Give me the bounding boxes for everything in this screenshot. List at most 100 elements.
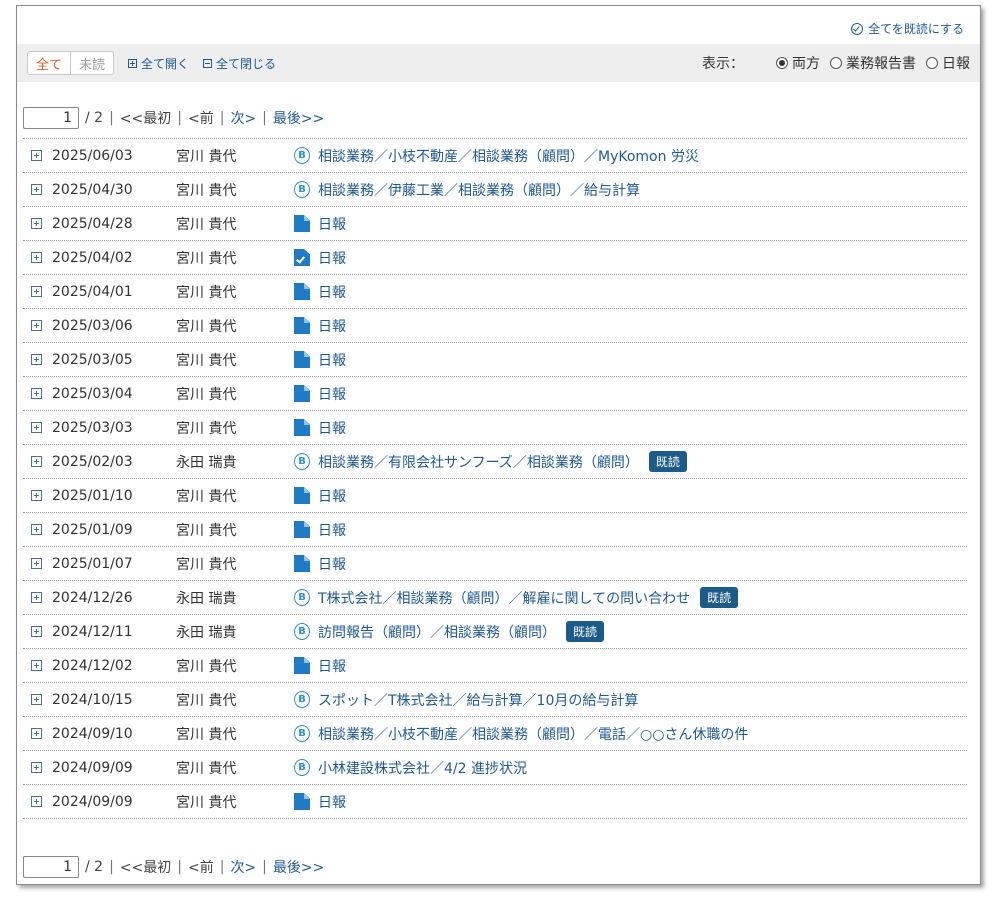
- radio-daily-label: 日報: [942, 56, 970, 72]
- row-title-link[interactable]: 日報: [318, 316, 346, 336]
- radio-unchecked-icon[interactable]: [830, 57, 842, 69]
- report-list: 2025/06/03 宮川 貴代 B 相談業務／小枝不動産／相談業務（顧問）／MyKo…: [23, 138, 967, 819]
- row-date: 2025/01/10: [52, 487, 133, 504]
- b-circle-icon: B: [294, 691, 310, 708]
- row-title-link[interactable]: 相談業務／小枝不動産／相談業務（顧問）／電話／○○さん休職の件: [318, 724, 748, 744]
- row-title-link[interactable]: 日報: [318, 792, 346, 812]
- page-number-input[interactable]: [23, 107, 79, 129]
- pager-bottom: / 2 | <<最初 | <前 | 次> | 最後>>: [23, 856, 324, 878]
- report-list-panel: 全てを既読にする 全て 未読 全て開く 全て閉じる 表示： 両方 業務報告書 日…: [16, 5, 981, 885]
- list-item: 2025/04/02 宮川 貴代 日報: [23, 241, 967, 275]
- expand-row-icon[interactable]: [31, 252, 42, 263]
- pager-next-link[interactable]: 次>: [230, 857, 256, 877]
- row-title-link[interactable]: 日報: [318, 350, 346, 370]
- expand-row-icon[interactable]: [31, 558, 42, 569]
- document-icon: [294, 521, 310, 538]
- row-author: 宮川 貴代: [176, 658, 237, 675]
- row-date: 2024/12/26: [52, 589, 133, 606]
- row-author: 宮川 貴代: [176, 352, 237, 369]
- read-badge: 既読: [700, 587, 739, 608]
- row-title-link[interactable]: 日報: [318, 282, 346, 302]
- row-title-link[interactable]: 日報: [318, 418, 346, 438]
- list-item: 2025/03/04 宮川 貴代 日報: [23, 377, 967, 411]
- row-title-link[interactable]: 日報: [318, 248, 346, 268]
- expand-all-link[interactable]: 全て開く: [128, 55, 189, 72]
- row-author: 宮川 貴代: [176, 148, 237, 165]
- row-author: 永田 瑞貴: [176, 590, 237, 607]
- list-item: 2024/10/15 宮川 貴代 B スポット／T株式会社／給与計算／10月の給与計算: [23, 683, 967, 717]
- pager-first: <<最初: [119, 111, 172, 127]
- list-item: 2025/01/10 宮川 貴代 日報: [23, 479, 967, 513]
- document-icon: [294, 215, 310, 232]
- row-author: 宮川 貴代: [176, 522, 237, 539]
- b-circle-icon: B: [294, 589, 310, 606]
- expand-row-icon[interactable]: [31, 762, 42, 773]
- expand-row-icon[interactable]: [31, 150, 42, 161]
- row-title-link[interactable]: T株式会社／相談業務（顧問）／解雇に関しての問い合わせ: [318, 588, 690, 608]
- collapse-all-link[interactable]: 全て閉じる: [203, 55, 276, 72]
- read-badge: 既読: [566, 621, 605, 642]
- radio-unchecked-icon[interactable]: [926, 57, 938, 69]
- row-date: 2024/10/15: [52, 691, 133, 708]
- expand-row-icon[interactable]: [31, 490, 42, 501]
- pager-separator: |: [177, 110, 182, 126]
- expand-row-icon[interactable]: [31, 388, 42, 399]
- radio-daily[interactable]: 日報: [926, 53, 970, 73]
- row-title-link[interactable]: スポット／T株式会社／給与計算／10月の給与計算: [318, 690, 638, 710]
- expand-row-icon[interactable]: [31, 660, 42, 671]
- row-date: 2025/03/03: [52, 419, 133, 436]
- expand-row-icon[interactable]: [31, 626, 42, 637]
- row-title-link[interactable]: 相談業務／小枝不動産／相談業務（顧問）／MyKomon 労災: [318, 146, 699, 166]
- expand-row-icon[interactable]: [31, 694, 42, 705]
- expand-row-icon[interactable]: [31, 456, 42, 467]
- row-title-link[interactable]: 相談業務／伊藤工業／相談業務（顧問）／給与計算: [318, 180, 640, 200]
- radio-both[interactable]: 両方: [776, 53, 820, 73]
- radio-business-report[interactable]: 業務報告書: [830, 53, 916, 73]
- row-date: 2024/09/09: [52, 793, 133, 810]
- row-title-link[interactable]: 日報: [318, 486, 346, 506]
- pager-separator: |: [177, 859, 182, 875]
- expand-row-icon[interactable]: [31, 320, 42, 331]
- row-title-link[interactable]: 日報: [318, 214, 346, 234]
- row-date: 2025/01/07: [52, 555, 133, 572]
- row-title-link[interactable]: 日報: [318, 520, 346, 540]
- expand-row-icon[interactable]: [31, 218, 42, 229]
- expand-row-icon[interactable]: [31, 796, 42, 807]
- b-circle-icon: B: [294, 453, 310, 470]
- pager-last-link[interactable]: 最後>>: [273, 857, 324, 877]
- document-icon: [294, 317, 310, 334]
- row-title-link[interactable]: 日報: [318, 656, 346, 676]
- row-title-link[interactable]: 訪問報告（顧問）／相談業務（顧問）: [318, 622, 556, 642]
- pager-prev: <前: [187, 860, 214, 876]
- expand-row-icon[interactable]: [31, 728, 42, 739]
- list-item: 2025/06/03 宮川 貴代 B 相談業務／小枝不動産／相談業務（顧問）／MyKo…: [23, 139, 967, 173]
- filter-unread-button[interactable]: 未読: [71, 52, 113, 74]
- expand-row-icon[interactable]: [31, 422, 42, 433]
- pager-last-link[interactable]: 最後>>: [273, 108, 324, 128]
- row-title-link[interactable]: 日報: [318, 384, 346, 404]
- expand-row-icon[interactable]: [31, 184, 42, 195]
- pager-next-link[interactable]: 次>: [230, 108, 256, 128]
- mark-all-read-link[interactable]: 全てを既読にする: [851, 20, 964, 37]
- expand-row-icon[interactable]: [31, 354, 42, 365]
- row-title-link[interactable]: 小林建設株式会社／4/2 進捗状況: [318, 758, 527, 778]
- radio-business-report-label: 業務報告書: [846, 56, 916, 72]
- b-circle-icon: B: [294, 759, 310, 776]
- row-title-link[interactable]: 日報: [318, 554, 346, 574]
- radio-both-label: 両方: [792, 56, 820, 72]
- row-author: 宮川 貴代: [176, 250, 237, 267]
- page-number-input[interactable]: [23, 856, 79, 878]
- expand-row-icon[interactable]: [31, 286, 42, 297]
- expand-row-icon[interactable]: [31, 524, 42, 535]
- expand-row-icon[interactable]: [31, 592, 42, 603]
- filter-all-button[interactable]: 全て: [28, 52, 72, 74]
- radio-checked-icon[interactable]: [776, 57, 788, 69]
- row-author: 宮川 貴代: [176, 284, 237, 301]
- list-item: 2025/01/09 宮川 貴代 日報: [23, 513, 967, 547]
- row-author: 宮川 貴代: [176, 420, 237, 437]
- pager-separator: |: [219, 859, 225, 875]
- row-author: 宮川 貴代: [176, 386, 237, 403]
- row-title-link[interactable]: 相談業務／有限会社サンフーズ／相談業務（顧問）: [318, 452, 639, 472]
- pager-separator: |: [262, 110, 267, 126]
- row-author: 宮川 貴代: [176, 182, 237, 199]
